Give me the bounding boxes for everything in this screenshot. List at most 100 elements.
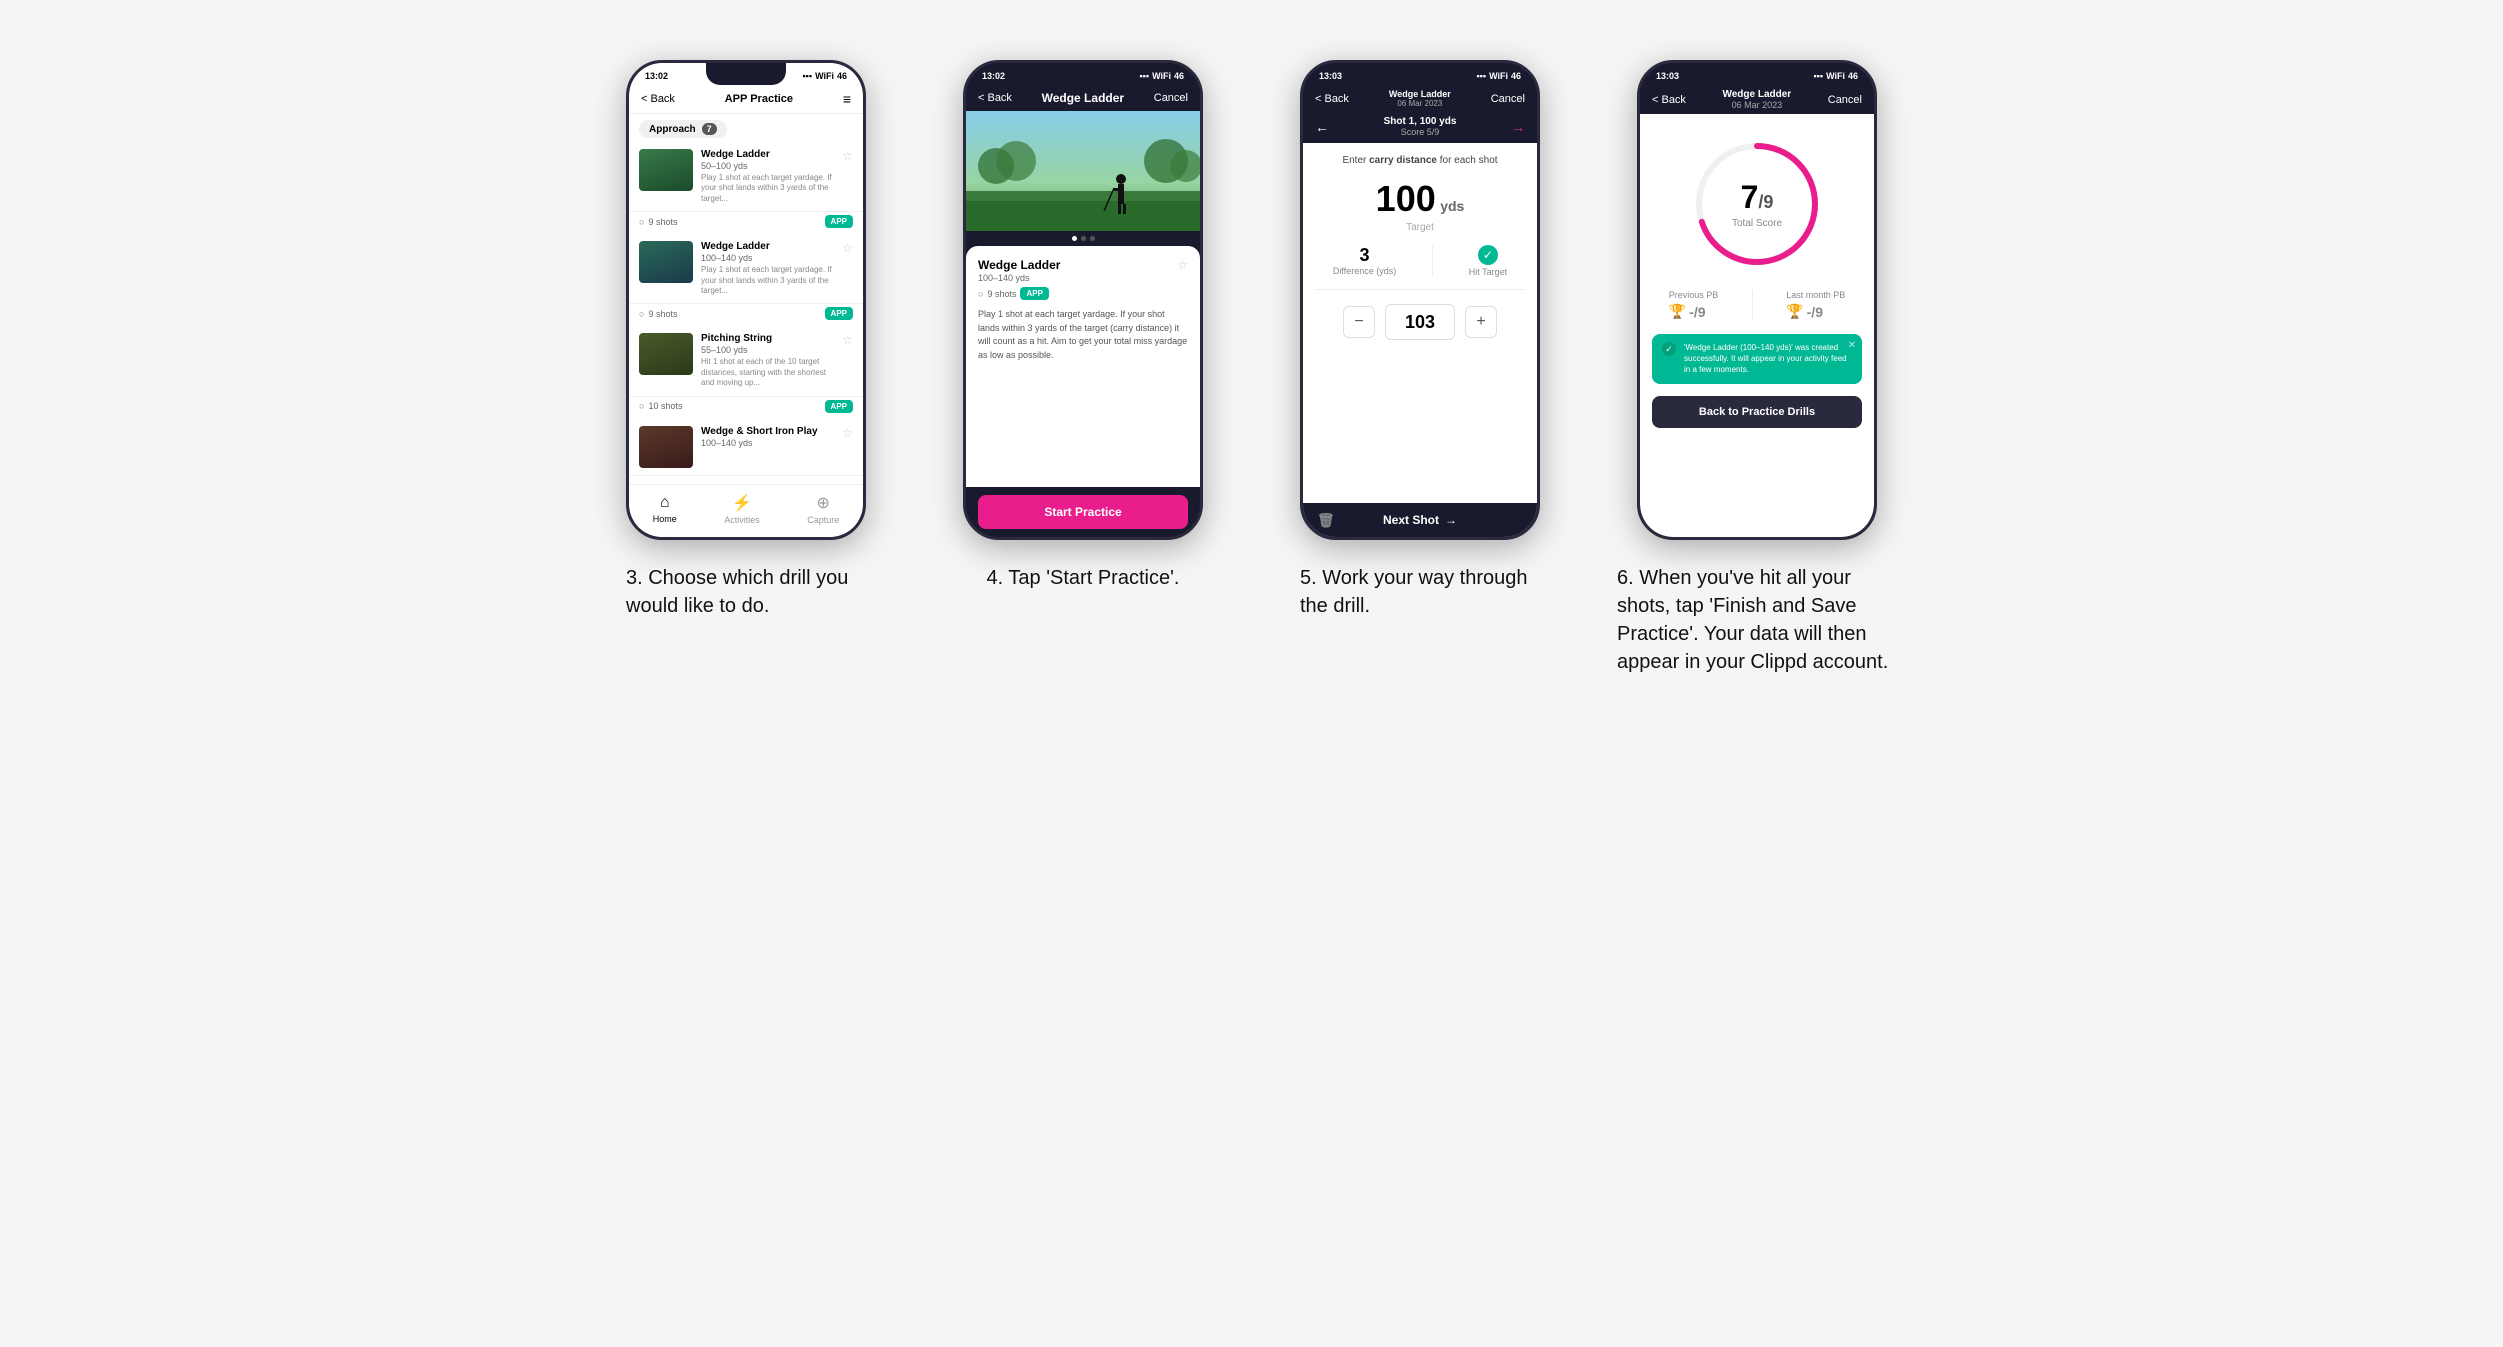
battery-icon-4: 46 <box>1848 71 1858 81</box>
right-arrow[interactable]: → <box>1511 119 1525 135</box>
caption-1: 3. Choose which drill you would like to … <box>626 564 866 620</box>
close-banner-button[interactable]: ✕ <box>1848 340 1856 351</box>
dot-2 <box>1081 236 1086 241</box>
back-to-drills-button[interactable]: Back to Practice Drills <box>1652 396 1862 428</box>
star-icon-p2[interactable]: ☆ <box>1177 258 1188 272</box>
start-practice-button[interactable]: Start Practice <box>978 495 1188 529</box>
clock-icon-3: ○ <box>639 401 644 411</box>
drill-yds-3: 55–100 yds <box>701 345 834 355</box>
diff-label: Difference (yds) <box>1333 266 1396 276</box>
hit-target-label: Hit Target <box>1469 267 1507 277</box>
drill-yds-4: 100–140 yds <box>701 438 834 448</box>
golf-scene-svg <box>966 111 1200 231</box>
activities-icon: ⚡ <box>732 493 752 513</box>
signal-icon: ▪▪▪ <box>802 71 812 81</box>
shot-stats: 3 Difference (yds) ✓ Hit Target <box>1315 245 1525 290</box>
drill-thumb-3 <box>639 333 693 375</box>
drill-item-1[interactable]: Wedge Ladder 50–100 yds Play 1 shot at e… <box>629 142 863 212</box>
last-pb-title: Last month PB <box>1786 290 1845 300</box>
phone-screen-4: 13:03 ▪▪▪ WiFi 46 < Back Wedge Ladder 06… <box>1640 63 1874 537</box>
golf-image <box>966 111 1200 231</box>
left-arrow[interactable]: ← <box>1315 119 1329 135</box>
shot-info: Shot 1, 100 yds Score 5/9 <box>1384 116 1457 137</box>
dot-3 <box>1090 236 1095 241</box>
drill-yds-p2: 100–140 yds <box>978 273 1060 283</box>
battery-icon-2: 46 <box>1174 71 1184 81</box>
back-button-1[interactable]: < Back <box>641 93 675 105</box>
nav-title-4: Wedge Ladder <box>1722 89 1791 100</box>
nav-home[interactable]: ⌂ Home <box>653 494 677 524</box>
drill-header-row: Wedge Ladder 100–140 yds ○ 9 shots APP ☆ <box>978 258 1188 300</box>
star-icon-4[interactable]: ☆ <box>842 426 853 440</box>
caption-3: 5. Work your way through the drill. <box>1300 564 1540 620</box>
drill-desc-1: Play 1 shot at each target yardage. If y… <box>701 173 834 204</box>
back-button-2[interactable]: < Back <box>978 92 1012 104</box>
drill-item-2[interactable]: Wedge Ladder 100–140 yds Play 1 shot at … <box>629 234 863 304</box>
phone-section-2: 13:02 ▪▪▪ WiFi 46 < Back Wedge Ladder Ca… <box>939 60 1228 676</box>
page-container: 13:02 ▪▪▪ WiFi 46 < Back APP Practice ≡ … <box>602 60 1902 676</box>
clock-icon-2: ○ <box>639 309 644 319</box>
star-icon-2[interactable]: ☆ <box>842 241 853 255</box>
nav-capture[interactable]: ⊕ Capture <box>807 493 839 525</box>
back-button-3[interactable]: < Back <box>1315 93 1349 105</box>
drill-yds-1: 50–100 yds <box>701 161 834 171</box>
drill-name-2: Wedge Ladder <box>701 241 834 252</box>
app-badge-1: APP <box>825 215 853 228</box>
next-arrow-icon: → <box>1445 513 1457 527</box>
decrement-button[interactable]: − <box>1343 306 1375 338</box>
increment-button[interactable]: + <box>1465 306 1497 338</box>
nav-activities[interactable]: ⚡ Activities <box>724 493 760 525</box>
drill-desc-p2: Play 1 shot at each target yardage. If y… <box>978 308 1188 362</box>
score-nav-center: Wedge Ladder 06 Mar 2023 <box>1722 89 1791 110</box>
wifi-icon-2: WiFi <box>1152 71 1171 81</box>
shot-nav: < Back Wedge Ladder 06 Mar 2023 Cancel <box>1303 85 1537 112</box>
success-check-icon: ✓ <box>1662 342 1676 356</box>
total-score-label: Total Score <box>1732 218 1782 229</box>
phone-frame-4: 13:03 ▪▪▪ WiFi 46 < Back Wedge Ladder 06… <box>1637 60 1877 540</box>
caption-2: 4. Tap 'Start Practice'. <box>987 564 1180 592</box>
signal-icon-4: ▪▪▪ <box>1813 71 1823 81</box>
dot-1 <box>1072 236 1077 241</box>
shot-header: ← Shot 1, 100 yds Score 5/9 → <box>1303 112 1537 143</box>
phone-notch-2 <box>1043 63 1123 85</box>
phone-notch-4 <box>1717 63 1797 85</box>
activities-label: Activities <box>724 515 760 525</box>
drill-info-1: Wedge Ladder 50–100 yds Play 1 shot at e… <box>701 149 834 204</box>
image-dots <box>966 231 1200 246</box>
drill-info-3: Pitching String 55–100 yds Hit 1 shot at… <box>701 333 834 388</box>
shot-main: Enter carry distance for each shot 100 y… <box>1303 143 1537 537</box>
status-icons-4: ▪▪▪ WiFi 46 <box>1813 71 1858 81</box>
drill-info-4: Wedge & Short Iron Play 100–140 yds <box>701 426 834 450</box>
drill-item-3[interactable]: Pitching String 55–100 yds Hit 1 shot at… <box>629 326 863 396</box>
shots-count-1: ○ 9 shots <box>639 217 677 227</box>
drill-thumb-1 <box>639 149 693 191</box>
cancel-button-4[interactable]: Cancel <box>1828 94 1862 106</box>
score-num: 7 <box>1741 179 1759 215</box>
drill-thumb-4 <box>639 426 693 468</box>
back-button-4[interactable]: < Back <box>1652 94 1686 106</box>
phone-notch-1 <box>706 63 786 85</box>
distance-input[interactable]: 103 <box>1385 304 1455 340</box>
wifi-icon-3: WiFi <box>1489 71 1508 81</box>
target-display: 100 yds <box>1315 178 1525 220</box>
menu-icon-1[interactable]: ≡ <box>843 91 851 107</box>
drill-name-p2: Wedge Ladder <box>978 258 1060 272</box>
score-denom: /9 <box>1758 192 1773 212</box>
battery-icon: 46 <box>837 71 847 81</box>
next-shot-button[interactable]: 🗑 Next Shot → <box>1303 503 1537 537</box>
star-icon-3[interactable]: ☆ <box>842 333 853 347</box>
success-banner: ✓ 'Wedge Ladder (100–140 yds)' was creat… <box>1652 334 1862 384</box>
last-pb: Last month PB 🏆 -/9 <box>1786 290 1845 320</box>
input-row: − 103 + <box>1315 304 1525 340</box>
cancel-button-3[interactable]: Cancel <box>1491 93 1525 105</box>
phone-screen-2: 13:02 ▪▪▪ WiFi 46 < Back Wedge Ladder Ca… <box>966 63 1200 537</box>
cancel-button-2[interactable]: Cancel <box>1154 92 1188 104</box>
capture-icon: ⊕ <box>817 493 830 513</box>
pb-divider <box>1752 290 1753 320</box>
home-label: Home <box>653 514 677 524</box>
drill-item-4[interactable]: Wedge & Short Iron Play 100–140 yds ☆ <box>629 419 863 476</box>
nav-title-1: APP Practice <box>725 93 793 105</box>
clock-icon-p2: ○ <box>978 289 983 299</box>
time-1: 13:02 <box>645 71 668 81</box>
star-icon-1[interactable]: ☆ <box>842 149 853 163</box>
